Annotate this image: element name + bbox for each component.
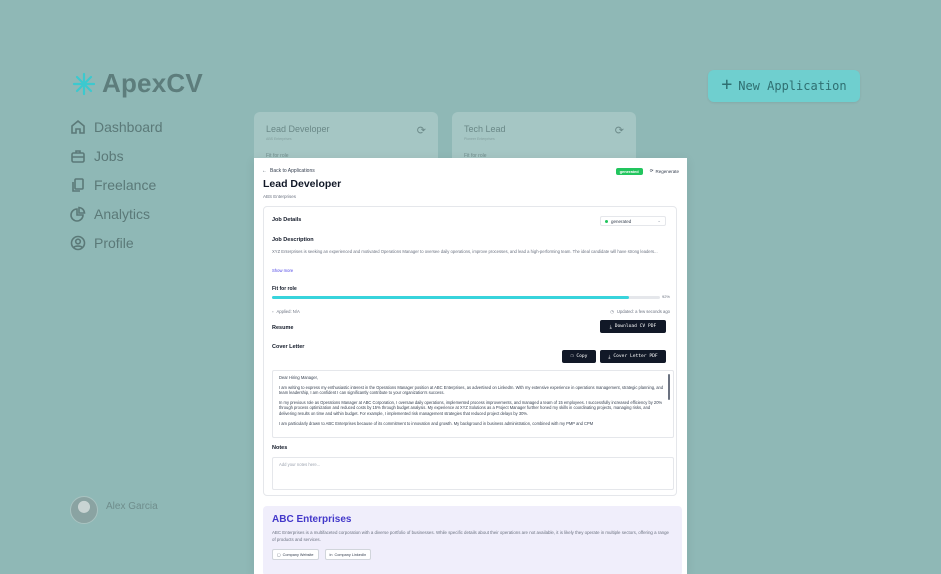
chevron-down-icon: ⌄ [657, 218, 661, 223]
copy-button[interactable]: ❐ Copy [562, 350, 596, 363]
home-icon [71, 119, 85, 134]
sidebar-item-label: Freelance [94, 176, 157, 193]
plus-icon: + [721, 74, 733, 95]
app-name: ApexCV [102, 68, 203, 98]
company-card: ABC Enterprises ABC Enterprises is a mul… [263, 506, 682, 574]
sidebar-nav: Dashboard Jobs Freelance Analytics Profi… [70, 112, 163, 257]
regenerate-button[interactable]: ⟳ Regenerate [650, 168, 679, 174]
applied-text: Applied: N/A [276, 309, 300, 314]
copy-label: Copy [576, 354, 588, 359]
notes-label: Notes [272, 445, 288, 451]
letter-paragraph: In my previous role as Operations Manage… [279, 399, 663, 416]
job-details-label: Job Details [272, 217, 302, 223]
linkedin-icon: in [329, 552, 333, 557]
letter-paragraph: I am writing to express my enthusiastic … [279, 384, 664, 396]
copy-icon: ❐ [570, 354, 574, 359]
sidebar-item-analytics[interactable]: Analytics [70, 199, 163, 228]
sidebar-item-label: Analytics [94, 205, 151, 222]
card-title: Tech Lead [464, 124, 506, 134]
document-icon [72, 177, 84, 192]
cover-letter-textarea[interactable]: Dear Hiring Manager, I am writing to exp… [272, 370, 674, 438]
job-details-card: Job Details generated ⌄ Job Description … [263, 206, 677, 496]
back-link[interactable]: ← Back to Applications [262, 168, 315, 174]
user-name: Alex Garcia [106, 500, 158, 512]
panel-actions: generated ⟳ Regenerate [615, 167, 679, 175]
sidebar-item-label: Profile [94, 234, 134, 251]
download-icon: ⤓ [608, 354, 611, 360]
user-profile[interactable]: Alex Garcia [70, 496, 158, 524]
cover-letter-label: Cover Letter [272, 344, 305, 350]
sidebar-item-profile[interactable]: Profile [70, 228, 163, 257]
company-links: ▢ Company Website in Company LinkedIn [272, 549, 673, 560]
panel-topbar: ← Back to Applications generated ⟳ Regen… [262, 166, 679, 176]
company-description: ABC Enterprises is a multifaceted corpor… [272, 530, 669, 542]
card-title: Lead Developer [266, 124, 330, 134]
sparkle-logo-icon [72, 72, 96, 95]
refresh-icon[interactable]: ⟳ [615, 124, 624, 137]
updated-text: Updated: a few seconds ago [616, 309, 670, 314]
company-website-label: Company Website [282, 552, 314, 557]
fit-percent: 92% [661, 294, 670, 299]
card-company: Pioneer Enterprises [464, 137, 495, 141]
pie-chart-icon [70, 206, 86, 222]
resume-label: Resume [272, 325, 294, 331]
company-linkedin-button[interactable]: in Company LinkedIn [324, 549, 372, 560]
fit-progress-bar [272, 296, 660, 299]
new-application-label: New Application [738, 79, 847, 93]
letter-paragraph: Dear Hiring Manager, [279, 375, 318, 380]
card-company: ABS Enterprises [266, 137, 292, 141]
company-subtitle: ABS Enterprises [263, 194, 297, 199]
sidebar-item-label: Dashboard [94, 118, 163, 135]
download-cover-label: Cover Letter PDF [613, 354, 658, 359]
brand-logo[interactable]: ApexCV [72, 68, 203, 99]
page-title: Lead Developer [263, 178, 342, 190]
job-description-text: XYZ Enterprises is seeking an experience… [272, 249, 658, 254]
status-select-value: generated [611, 218, 632, 224]
show-more-link[interactable]: Show more [272, 268, 293, 273]
status-dot [605, 219, 608, 223]
download-icon: ⤓ [609, 324, 612, 330]
notes-placeholder: Add your notes here... [279, 462, 321, 467]
company-website-button[interactable]: ▢ Company Website [272, 549, 319, 560]
sidebar-item-dashboard[interactable]: Dashboard [70, 112, 163, 141]
briefcase-icon [71, 149, 85, 163]
status-badge: generated [615, 167, 643, 175]
updated-info: ◷ Updated: a few seconds ago [610, 309, 670, 314]
scrollbar[interactable] [668, 374, 670, 400]
back-label: Back to Applications [270, 168, 315, 174]
notes-textarea[interactable]: Add your notes here... [272, 457, 674, 490]
company-name: ABC Enterprises [272, 514, 352, 525]
new-application-button[interactable]: + New Application [708, 70, 860, 102]
arrow-left-icon: ← [262, 168, 267, 174]
globe-icon: ▢ [277, 553, 281, 557]
fit-label: Fit for role [272, 286, 297, 292]
download-cover-letter-button[interactable]: ⤓ Cover Letter PDF [600, 350, 666, 363]
sidebar-item-label: Jobs [94, 147, 124, 164]
letter-paragraph: I am particularly drawn to ABC Enterpris… [279, 420, 594, 426]
refresh-icon: ⟳ [649, 168, 654, 173]
sidebar-item-freelance[interactable]: Freelance [70, 170, 163, 199]
regenerate-label: Regenerate [655, 168, 679, 174]
user-circle-icon [70, 235, 86, 250]
job-description-label: Job Description [272, 237, 314, 243]
sidebar-item-jobs[interactable]: Jobs [70, 141, 163, 170]
download-cv-label: Download CV PDF [614, 324, 657, 329]
status-select[interactable]: generated ⌄ [600, 216, 666, 226]
refresh-icon[interactable]: ⟳ [417, 124, 426, 137]
applied-info: ▫ Applied: N/A [272, 309, 300, 314]
avatar [70, 496, 98, 524]
download-cv-button[interactable]: ⤓ Download CV PDF [600, 320, 666, 333]
fit-progress-fill [272, 296, 629, 299]
application-detail-panel: ← Back to Applications generated ⟳ Regen… [254, 158, 687, 574]
clock-icon: ◷ [610, 309, 614, 314]
company-linkedin-label: Company LinkedIn [334, 552, 367, 557]
calendar-icon: ▫ [272, 309, 274, 314]
